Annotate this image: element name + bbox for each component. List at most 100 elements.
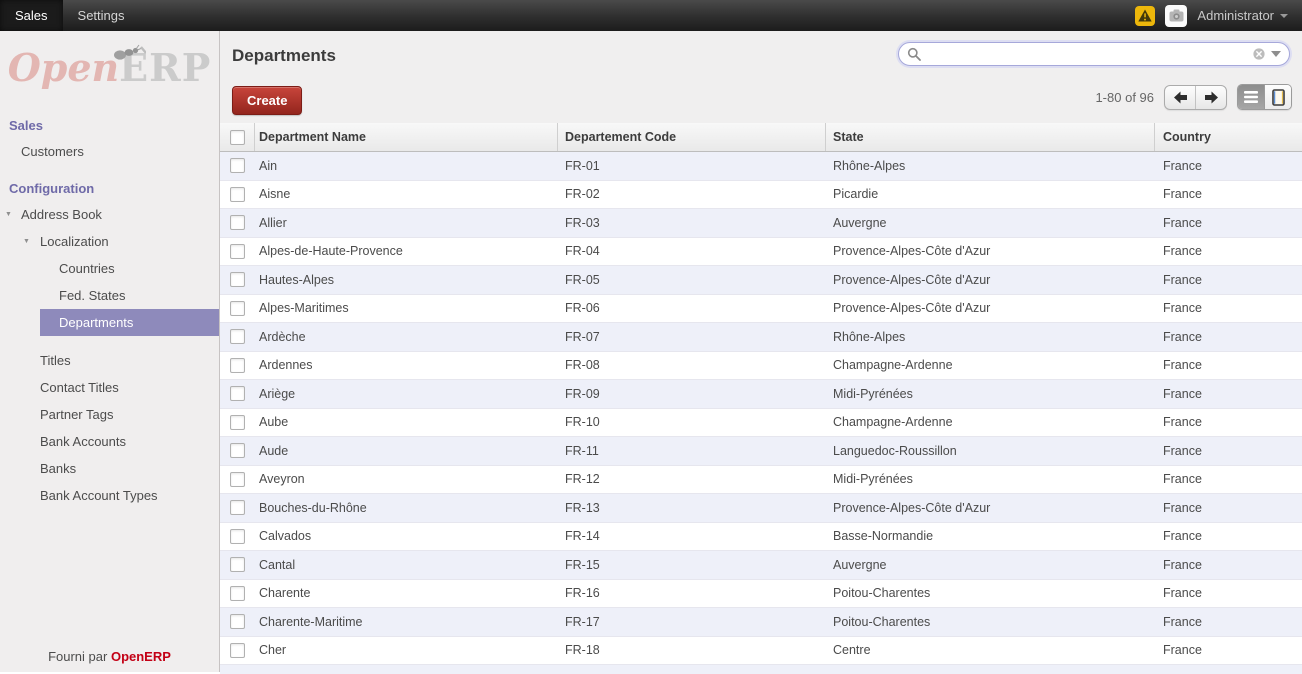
row-checkbox[interactable] [230, 529, 245, 544]
pager: 1-80 of 96 [1095, 84, 1292, 110]
sidebar-item-partner-tags[interactable]: Partner Tags [0, 401, 219, 428]
cell-code: FR-16 [558, 586, 826, 600]
cell-code: FR-18 [558, 643, 826, 657]
cell-code: FR-11 [558, 444, 826, 458]
table-row[interactable]: AveyronFR-12Midi-PyrénéesFrance [220, 466, 1302, 495]
table-row[interactable]: CalvadosFR-14Basse-NormandieFrance [220, 523, 1302, 552]
row-checkbox[interactable] [230, 386, 245, 401]
search-box[interactable] [898, 42, 1290, 66]
sidebar-item-fed-states[interactable]: Fed. States [0, 282, 219, 309]
sidebar-section-configuration[interactable]: Configuration [0, 176, 219, 201]
view-list-button[interactable] [1238, 85, 1265, 109]
cell-country: France [1155, 415, 1302, 429]
column-header-state[interactable]: State [826, 123, 1155, 151]
sidebar-item-bank-accounts[interactable]: Bank Accounts [0, 428, 219, 455]
table-row[interactable]: AubeFR-10Champagne-ArdenneFrance [220, 409, 1302, 438]
select-all-checkbox[interactable] [230, 130, 245, 145]
row-checkbox[interactable] [230, 272, 245, 287]
cell-name: Alpes-de-Haute-Provence [255, 244, 558, 258]
pager-next-button[interactable] [1195, 86, 1226, 109]
cell-country: France [1155, 159, 1302, 173]
view-form-button[interactable] [1265, 85, 1291, 109]
table-row[interactable]: Alpes-MaritimesFR-06Provence-Alpes-Côte … [220, 295, 1302, 324]
warning-icon[interactable] [1135, 6, 1155, 26]
column-header-departement-code[interactable]: Departement Code [558, 123, 826, 151]
row-checkbox-cell [220, 529, 255, 544]
row-checkbox[interactable] [230, 329, 245, 344]
table-row[interactable]: AriègeFR-09Midi-PyrénéesFrance [220, 380, 1302, 409]
column-header-country[interactable]: Country [1155, 123, 1302, 151]
user-menu[interactable]: Administrator [1197, 8, 1288, 23]
sidebar-item-banks[interactable]: Banks [0, 455, 219, 482]
sidebar: OpenERP SalesCustomers Configuration▼Addr… [0, 31, 220, 672]
row-checkbox[interactable] [230, 643, 245, 658]
sidebar-item-address-book[interactable]: ▼Address Book [0, 201, 219, 228]
cell-state: Champagne-Ardenne [826, 415, 1155, 429]
row-checkbox[interactable] [230, 358, 245, 373]
chevron-down-icon[interactable]: ▼ [5, 201, 12, 228]
cell-state: Poitou-Charentes [826, 586, 1155, 600]
column-header-department-name[interactable]: Department Name [255, 123, 558, 151]
cell-state: Rhône-Alpes [826, 330, 1155, 344]
row-checkbox[interactable] [230, 472, 245, 487]
openerp-brand-link[interactable]: OpenERP [111, 649, 171, 664]
sidebar-group: ▼Address Book▼LocalizationCountriesFed. … [0, 201, 219, 336]
search-clear-icon[interactable] [1253, 48, 1265, 60]
row-checkbox[interactable] [230, 500, 245, 515]
table-row[interactable]: ArdennesFR-08Champagne-ArdenneFrance [220, 352, 1302, 381]
row-checkbox-cell [220, 301, 255, 316]
table-row[interactable]: Charente-MaritimeFR-17Poitou-CharentesFr… [220, 608, 1302, 637]
pager-buttons [1164, 85, 1227, 110]
row-checkbox[interactable] [230, 215, 245, 230]
table-row[interactable]: Bouches-du-RhôneFR-13Provence-Alpes-Côte… [220, 494, 1302, 523]
row-checkbox-cell [220, 272, 255, 287]
cell-country: France [1155, 643, 1302, 657]
table-body: AinFR-01Rhône-AlpesFranceAisneFR-02Picar… [220, 152, 1302, 665]
table-row[interactable]: Alpes-de-Haute-ProvenceFR-04Provence-Alp… [220, 238, 1302, 267]
table-row[interactable]: ArdècheFR-07Rhône-AlpesFrance [220, 323, 1302, 352]
row-checkbox[interactable] [230, 158, 245, 173]
table-row[interactable]: CantalFR-15AuvergneFrance [220, 551, 1302, 580]
cell-state: Provence-Alpes-Côte d'Azur [826, 501, 1155, 515]
topbar-right: Administrator [1135, 0, 1302, 31]
table-row[interactable]: Hautes-AlpesFR-05Provence-Alpes-Côte d'A… [220, 266, 1302, 295]
cell-country: France [1155, 444, 1302, 458]
table-row[interactable]: AudeFR-11Languedoc-RoussillonFrance [220, 437, 1302, 466]
sidebar-section-sales[interactable]: Sales [0, 113, 219, 138]
table-row[interactable]: AisneFR-02PicardieFrance [220, 181, 1302, 210]
menu-settings[interactable]: Settings [63, 0, 140, 31]
sidebar-item-customers[interactable]: Customers [0, 138, 219, 165]
row-checkbox[interactable] [230, 614, 245, 629]
table-row[interactable]: CharenteFR-16Poitou-CharentesFrance [220, 580, 1302, 609]
menu-sales[interactable]: Sales [0, 0, 63, 31]
search-input[interactable] [927, 46, 1247, 63]
openerp-logo: OpenERP [0, 31, 219, 107]
sidebar-item-countries[interactable]: Countries [0, 255, 219, 282]
row-checkbox[interactable] [230, 443, 245, 458]
sidebar-item-titles[interactable]: Titles [0, 347, 219, 374]
row-checkbox[interactable] [230, 187, 245, 202]
table-row[interactable]: AllierFR-03AuvergneFrance [220, 209, 1302, 238]
chevron-down-icon[interactable]: ▼ [23, 228, 30, 255]
search-options-icon[interactable] [1271, 51, 1281, 57]
row-checkbox[interactable] [230, 557, 245, 572]
table-row[interactable]: AinFR-01Rhône-AlpesFrance [220, 152, 1302, 181]
row-checkbox-cell [220, 557, 255, 572]
sidebar-item-departments[interactable]: Departments [40, 309, 219, 336]
sidebar-item-bank-account-types[interactable]: Bank Account Types [0, 482, 219, 509]
sidebar-item-contact-titles[interactable]: Contact Titles [0, 374, 219, 401]
pager-prev-button[interactable] [1165, 86, 1195, 109]
table-row[interactable]: CherFR-18CentreFrance [220, 637, 1302, 666]
row-checkbox-cell [220, 244, 255, 259]
create-button[interactable]: Create [232, 86, 302, 115]
row-checkbox-cell [220, 643, 255, 658]
username: Administrator [1197, 8, 1274, 23]
row-checkbox[interactable] [230, 415, 245, 430]
row-checkbox[interactable] [230, 244, 245, 259]
row-checkbox[interactable] [230, 586, 245, 601]
sidebar-item-localization[interactable]: ▼Localization [0, 228, 219, 255]
row-checkbox[interactable] [230, 301, 245, 316]
cell-country: France [1155, 358, 1302, 372]
avatar[interactable] [1165, 5, 1187, 27]
cell-code: FR-08 [558, 358, 826, 372]
